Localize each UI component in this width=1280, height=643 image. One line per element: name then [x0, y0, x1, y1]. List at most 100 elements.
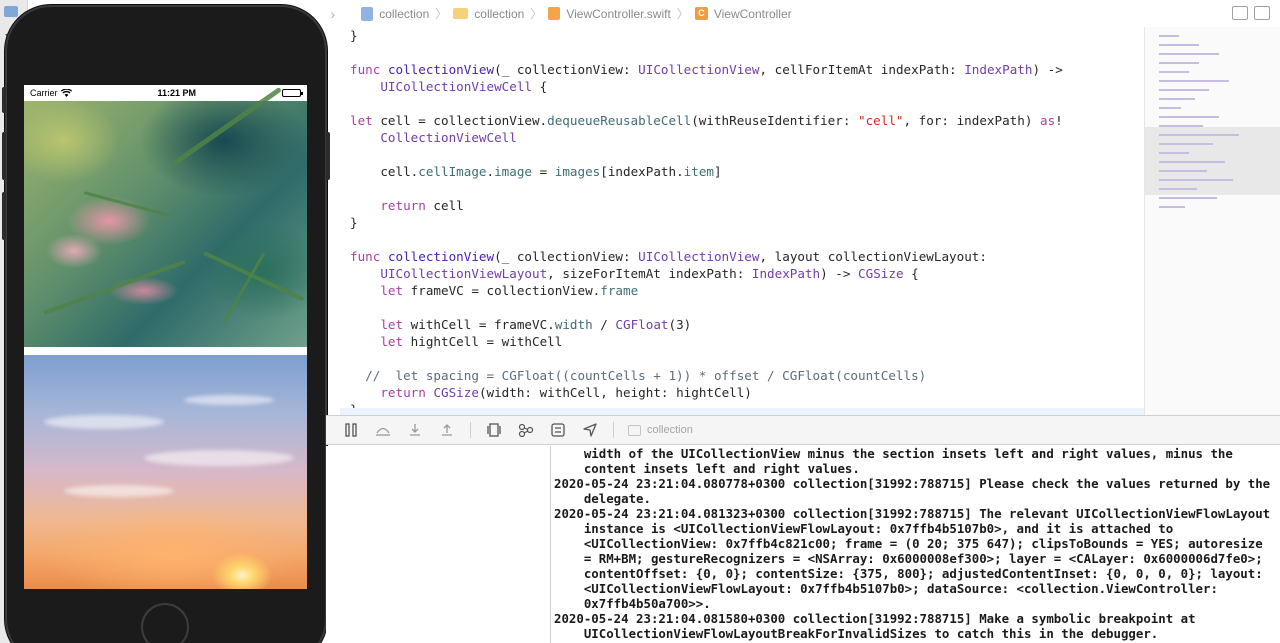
collection-cell-image-sunset[interactable] — [24, 355, 307, 589]
variables-view[interactable] — [326, 446, 551, 643]
folder-icon — [453, 8, 469, 19]
minimap-line — [1159, 107, 1181, 109]
debug-target-label: collection — [647, 424, 693, 436]
code-line[interactable] — [340, 350, 1144, 367]
step-out-icon[interactable] — [438, 422, 456, 438]
code-line[interactable]: } — [340, 214, 1144, 231]
minimap-line — [1159, 125, 1203, 127]
minimap[interactable] — [1144, 27, 1280, 415]
debug-target[interactable]: collection — [628, 424, 693, 436]
code-line[interactable]: UICollectionViewLayout, sizeForItemAt in… — [340, 265, 1144, 282]
console-line: 2020-05-24 23:21:04.080778+0300 collecti… — [554, 476, 1271, 491]
mute-switch[interactable] — [2, 87, 6, 113]
crumb-folder[interactable]: collection — [474, 7, 524, 21]
crumb-file[interactable]: ViewController.swift — [566, 7, 670, 21]
split-editor-icon[interactable] — [1254, 6, 1270, 20]
battery-icon — [281, 89, 303, 97]
console-line: = RM+BM; gestureRecognizers = <NSArray: … — [554, 551, 1263, 566]
code-line[interactable]: let cell = collectionView.dequeueReusabl… — [340, 112, 1144, 129]
step-over-icon[interactable] — [374, 422, 392, 438]
jump-bar: ‹ › collection 〉 collection 〉 ViewContro… — [302, 0, 1280, 27]
environment-overrides-icon[interactable] — [549, 422, 567, 438]
minimap-line — [1159, 44, 1199, 46]
minimap-line — [1159, 152, 1189, 154]
code-line[interactable] — [340, 95, 1144, 112]
simulator-screen[interactable]: Carrier 11:21 PM — [24, 85, 307, 589]
minimap-line — [1159, 53, 1219, 55]
code-line[interactable] — [340, 231, 1144, 248]
source-editor[interactable]: } func collectionView(_ collectionView: … — [340, 27, 1144, 415]
swift-file-icon — [548, 7, 561, 20]
related-items-icon[interactable] — [1232, 6, 1248, 20]
step-into-icon[interactable] — [406, 422, 424, 438]
app-target-icon — [628, 424, 641, 436]
code-line[interactable]: func collectionView(_ collectionView: UI… — [340, 61, 1144, 78]
console-line: 2020-05-24 23:21:04.081323+0300 collecti… — [554, 506, 1271, 521]
console-line: <UICollectionView: 0x7ffb4c821c00; frame… — [554, 536, 1263, 551]
volume-down-button[interactable] — [2, 192, 6, 240]
chevron-right-icon: 〉 — [530, 7, 543, 21]
crumb-symbol[interactable]: ViewController — [714, 7, 792, 21]
minimap-line — [1159, 89, 1209, 91]
debug-bar: collection — [326, 415, 1280, 445]
minimap-line — [1159, 179, 1233, 181]
hide-debug-area-icon[interactable] — [342, 422, 360, 438]
home-button[interactable] — [141, 603, 189, 643]
crumb-project[interactable]: collection — [379, 7, 429, 21]
code-line[interactable] — [340, 180, 1144, 197]
console-line: delegate. — [554, 491, 651, 506]
console-line: instance is <UICollectionViewFlowLayout:… — [554, 521, 1174, 536]
code-line[interactable] — [340, 146, 1144, 163]
console-line: content insets left and right values. — [554, 461, 860, 476]
console-line: contentOffset: {0, 0}; contentSize: {375… — [554, 566, 1263, 581]
power-button[interactable] — [326, 132, 330, 180]
code-line[interactable]: func collectionView(_ collectionView: UI… — [340, 248, 1144, 265]
code-line[interactable]: CollectionViewCell — [340, 129, 1144, 146]
code-line[interactable]: let withCell = frameVC.width / CGFloat(3… — [340, 316, 1144, 333]
toolbar-divider — [470, 422, 471, 438]
code-line[interactable] — [340, 299, 1144, 316]
code-line[interactable]: UICollectionViewCell { — [340, 78, 1144, 95]
console-output[interactable]: width of the UICollectionView minus the … — [552, 446, 1280, 643]
clock: 11:21 PM — [157, 88, 197, 98]
code-line[interactable]: let frameVC = collectionView.frame — [340, 282, 1144, 299]
iphone-simulator: Carrier 11:21 PM — [2, 5, 330, 643]
console-line: 0x7ffb4b50a700>>. — [554, 596, 711, 611]
minimap-line — [1159, 116, 1219, 118]
class-icon: C — [694, 7, 708, 20]
code-line[interactable] — [340, 44, 1144, 61]
minimap-line — [1159, 80, 1229, 82]
minimap-line — [1159, 161, 1225, 163]
project-navigator-icon[interactable] — [4, 6, 18, 17]
simulate-location-icon[interactable] — [581, 422, 599, 438]
minimap-line — [1159, 170, 1207, 172]
minimap-line — [1159, 206, 1185, 208]
code-line[interactable]: return cell — [340, 197, 1144, 214]
minimap-line — [1159, 188, 1197, 190]
wifi-icon — [60, 89, 72, 97]
minimap-line — [1159, 197, 1217, 199]
minimap-line — [1159, 35, 1179, 37]
console-line: <UICollectionViewFlowLayout: 0x7ffb4b510… — [554, 581, 1218, 596]
carrier-label: Carrier — [30, 88, 58, 98]
chevron-right-icon: 〉 — [435, 7, 448, 21]
minimap-line — [1159, 62, 1199, 64]
minimap-line — [1159, 134, 1239, 136]
console-line: 2020-05-24 23:21:04.081580+0300 collecti… — [554, 611, 1196, 626]
volume-up-button[interactable] — [2, 132, 6, 180]
minimap-line — [1159, 71, 1189, 73]
collection-cell-image-plant[interactable] — [24, 86, 307, 347]
code-line[interactable]: return CGSize(width: withCell, height: h… — [340, 384, 1144, 401]
project-icon — [361, 6, 374, 21]
code-line[interactable]: } — [340, 27, 1144, 44]
code-line[interactable]: // let spacing = CGFloat((countCells + 1… — [340, 367, 1144, 384]
code-line[interactable]: let hightCell = withCell — [340, 333, 1144, 350]
view-hierarchy-icon[interactable] — [485, 422, 503, 438]
toolbar-divider — [613, 422, 614, 438]
console-line: width of the UICollectionView minus the … — [554, 446, 1233, 461]
code-line[interactable]: cell.cellImage.image = images[indexPath.… — [340, 163, 1144, 180]
minimap-line — [1159, 143, 1213, 145]
console-line: UICollectionViewFlowLayoutBreakForInvali… — [554, 626, 1159, 641]
memory-graph-icon[interactable] — [517, 422, 535, 438]
editor-options — [1232, 6, 1270, 20]
